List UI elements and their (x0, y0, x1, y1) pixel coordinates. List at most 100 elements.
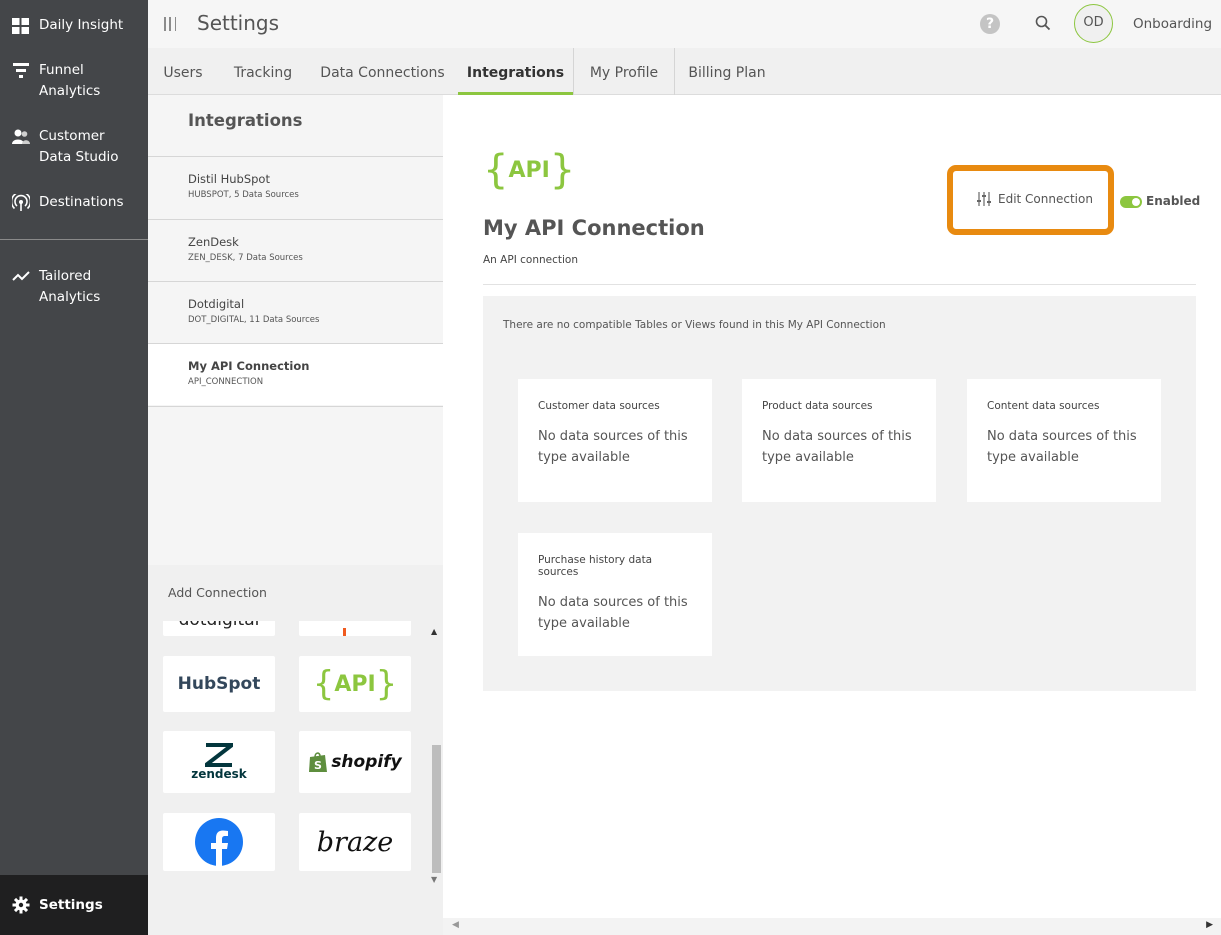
nav-label: Daily Insight (39, 17, 124, 33)
card-body: No data sources of this type available (762, 429, 912, 465)
nav-item-customer-data-studio[interactable]: Customer Data Studio (0, 126, 148, 168)
users-icon (12, 128, 30, 146)
partial-logo-card[interactable] (299, 621, 411, 636)
connection-title: My API Connection (483, 216, 705, 240)
tab-tracking[interactable]: Tracking (220, 48, 306, 95)
content-data-sources-card: Content data sources No data sources of … (967, 379, 1161, 502)
left-nav: Daily Insight Funnel Analytics Customer Da… (0, 0, 148, 935)
scrollbar-thumb[interactable] (432, 745, 441, 873)
add-connection-panel: Add Connection dotdigital HubSpot {API} … (148, 565, 443, 935)
nav-label: Destinations (39, 194, 124, 210)
broadcast-icon (12, 194, 30, 212)
add-connection-title: Add Connection (168, 585, 267, 600)
connection-detail: {API} My API Connection An API connectio… (443, 95, 1221, 935)
customer-data-sources-card: Customer data sources No data sources of… (518, 379, 712, 502)
dotdigital-logo: dotdigital (179, 621, 260, 630)
logo-grid-scrollbar[interactable]: ▲ ▼ (428, 621, 443, 891)
gear-icon (12, 896, 30, 914)
search-icon[interactable] (1035, 15, 1051, 31)
card-body: No data sources of this type available (538, 429, 688, 465)
data-sources-panel: There are no compatible Tables or Views … (483, 296, 1196, 691)
user-name[interactable]: Onboarding (1133, 16, 1212, 32)
tab-users[interactable]: Users (148, 48, 218, 95)
connection-description: An API connection (483, 254, 578, 266)
hubspot-logo: HubSpot (177, 674, 261, 694)
zendesk-icon (205, 743, 233, 767)
card-body: No data sources of this type available (987, 429, 1137, 465)
page-title: Settings (197, 11, 280, 35)
integration-item-my-api-connection[interactable]: My API Connection API_CONNECTION (148, 343, 443, 405)
avatar[interactable]: OD (1074, 4, 1113, 43)
grid-icon (12, 17, 30, 35)
connection-api-logo: {API} (483, 147, 576, 193)
scroll-right-arrow-icon[interactable]: ▶ (1206, 920, 1213, 930)
integrations-title: Integrations (188, 111, 303, 130)
integrations-panel: Integrations Distil HubSpot HUBSPOT, 5 D… (148, 95, 443, 565)
dotdigital-logo-card[interactable]: dotdigital (163, 621, 275, 636)
product-data-sources-card: Product data sources No data sources of … (742, 379, 936, 502)
braze-logo-card[interactable]: braze (299, 813, 411, 871)
card-heading: Customer data sources (538, 400, 660, 412)
connection-logo-grid: dotdigital HubSpot {API} zendesk S shopi… (148, 621, 428, 935)
tab-my-profile[interactable]: My Profile (574, 48, 674, 95)
trend-icon (12, 268, 30, 286)
settings-tabs: Users Tracking Data Connections Integrat… (148, 48, 1221, 95)
nav-label: Funnel Analytics (39, 62, 101, 99)
enabled-label: Enabled (1146, 194, 1201, 208)
sliders-icon (976, 191, 992, 207)
tab-data-connections[interactable]: Data Connections (311, 48, 454, 95)
nav-label: Settings (39, 897, 103, 913)
list-divider (148, 406, 443, 407)
integration-sub: HUBSPOT, 5 Data Sources (188, 190, 299, 200)
shopify-bag-icon: S (309, 752, 328, 772)
scroll-left-arrow-icon[interactable]: ◀ (452, 920, 459, 930)
facebook-icon (195, 818, 243, 866)
integration-name: Distil HubSpot (188, 172, 270, 186)
card-heading: Purchase history data sources (538, 554, 653, 578)
integration-item-dotdigital[interactable]: Dotdigital DOT_DIGITAL, 11 Data Sources (148, 281, 443, 343)
integration-sub: DOT_DIGITAL, 11 Data Sources (188, 315, 320, 325)
nav-label: Tailored Analytics (39, 268, 101, 305)
svg-text:S: S (314, 759, 322, 772)
nav-item-funnel-analytics[interactable]: Funnel Analytics (0, 60, 148, 102)
integration-name: ZenDesk (188, 235, 239, 249)
top-header: Settings ? OD Onboarding (148, 0, 1221, 48)
shopify-logo: shopify (331, 752, 402, 772)
horizontal-scrollbar[interactable]: ◀ ▶ (443, 918, 1221, 935)
nav-item-settings[interactable]: Settings (0, 875, 148, 935)
zendesk-logo: zendesk (191, 767, 247, 781)
card-body: No data sources of this type available (538, 595, 688, 631)
nav-item-daily-insight[interactable]: Daily Insight (0, 15, 148, 36)
api-logo: {API} (312, 664, 398, 704)
edit-connection-button[interactable]: Edit Connection (976, 191, 1093, 207)
card-heading: Content data sources (987, 400, 1100, 412)
scroll-up-arrow-icon[interactable]: ▲ (431, 627, 437, 636)
api-logo-card[interactable]: {API} (299, 656, 411, 712)
edit-connection-label: Edit Connection (998, 192, 1093, 206)
card-heading: Product data sources (762, 400, 873, 412)
purchase-history-data-sources-card: Purchase history data sources No data so… (518, 533, 712, 656)
nav-item-tailored-analytics[interactable]: Tailored Analytics (0, 266, 148, 308)
nav-item-destinations[interactable]: Destinations (0, 192, 148, 213)
facebook-logo-card[interactable] (163, 813, 275, 871)
hubspot-logo-card[interactable]: HubSpot (163, 656, 275, 712)
integration-item-distil-hubspot[interactable]: Distil HubSpot HUBSPOT, 5 Data Sources (148, 156, 443, 218)
shopify-logo-card[interactable]: S shopify (299, 731, 411, 793)
divider (483, 284, 1196, 285)
integration-sub: API_CONNECTION (188, 377, 264, 387)
tab-billing-plan[interactable]: Billing Plan (675, 48, 779, 95)
scroll-down-arrow-icon[interactable]: ▼ (431, 875, 437, 884)
integration-name: My API Connection (188, 359, 310, 373)
integration-item-zendesk[interactable]: ZenDesk ZEN_DESK, 7 Data Sources (148, 219, 443, 281)
zendesk-logo-card[interactable]: zendesk (163, 731, 275, 793)
integration-name: Dotdigital (188, 297, 245, 311)
nav-label: Customer Data Studio (39, 128, 119, 165)
no-tables-message: There are no compatible Tables or Views … (503, 319, 886, 331)
funnel-icon (12, 62, 30, 80)
nav-divider (0, 239, 148, 240)
help-icon[interactable]: ? (980, 14, 1000, 34)
braze-logo: braze (316, 826, 394, 858)
menu-toggle-icon[interactable] (164, 17, 176, 31)
tab-integrations[interactable]: Integrations (458, 48, 573, 95)
enabled-toggle[interactable] (1120, 196, 1142, 208)
